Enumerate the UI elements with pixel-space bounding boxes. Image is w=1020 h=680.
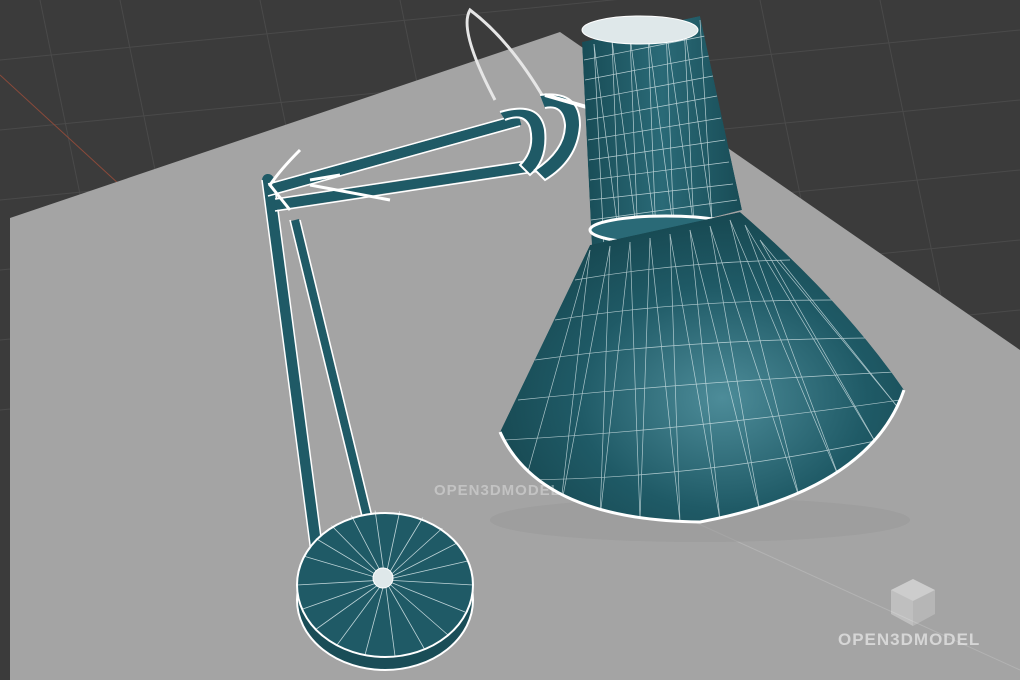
3d-viewport[interactable]: OPEN3DMODEL OPEN3DMODEL xyxy=(0,0,1020,680)
cube-icon xyxy=(891,579,935,626)
shade-top-cap xyxy=(581,15,699,45)
lamp-shade xyxy=(582,16,742,248)
axis-line xyxy=(0,74,121,186)
lamp-base xyxy=(296,510,474,671)
watermark-center: OPEN3DMODEL xyxy=(434,482,561,499)
scene-canvas xyxy=(0,0,1020,680)
watermark-corner: OPEN3DMODEL xyxy=(838,630,981,649)
